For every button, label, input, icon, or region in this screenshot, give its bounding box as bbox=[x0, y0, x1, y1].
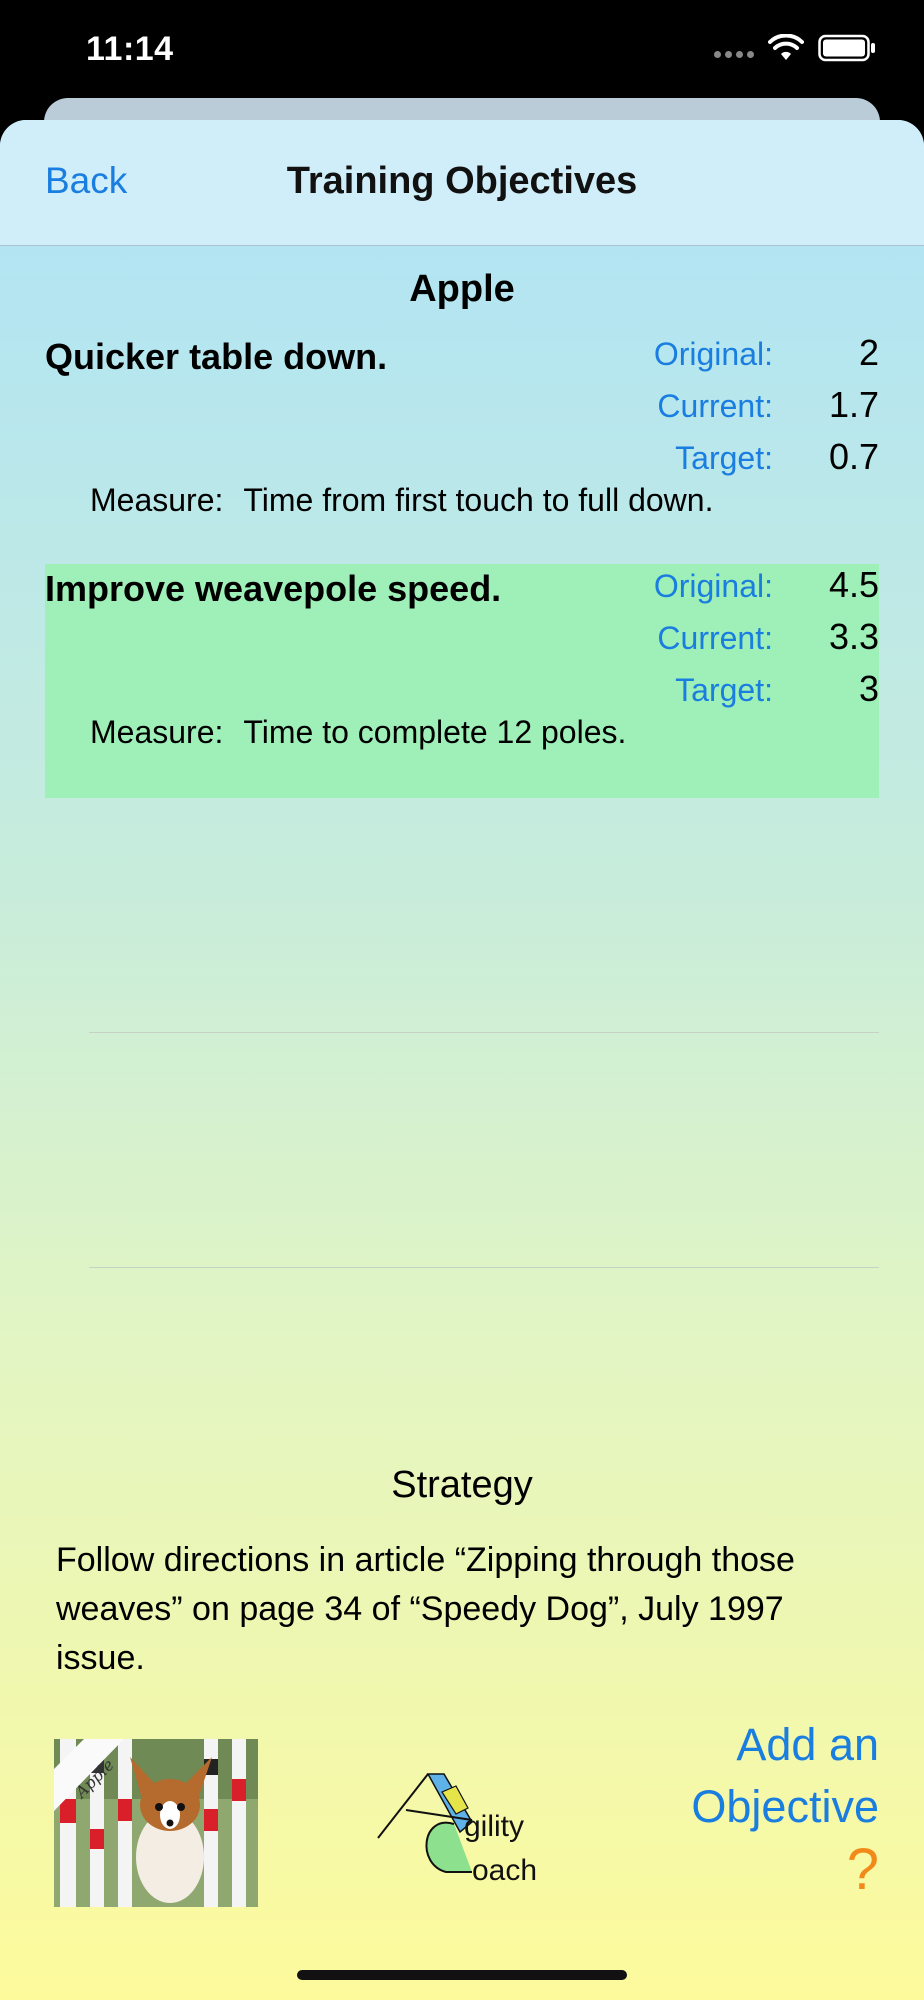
current-value: 3.3 bbox=[828, 616, 879, 657]
target-label: Target: bbox=[675, 440, 773, 476]
status-bar: 11:14 bbox=[0, 0, 924, 100]
add-objective-label-line1: Add an bbox=[736, 1719, 879, 1770]
agility-coach-logo: gility oach bbox=[376, 1772, 556, 1896]
target-label: Target: bbox=[675, 672, 773, 708]
measure-label: Measure: bbox=[90, 714, 224, 750]
measure-text: Measure: Time to complete 12 poles. bbox=[90, 714, 626, 751]
original-label: Original: bbox=[653, 336, 773, 372]
status-time: 11:14 bbox=[86, 30, 174, 68]
original-label: Original: bbox=[653, 568, 773, 604]
status-icons bbox=[714, 34, 876, 62]
add-objective-button[interactable]: Add an Objective bbox=[691, 1714, 879, 1838]
help-button[interactable]: ? bbox=[847, 1836, 879, 1903]
dog-name: Apple bbox=[409, 268, 515, 310]
page-title: Training Objectives bbox=[286, 160, 638, 202]
original-value: 4.5 bbox=[828, 564, 879, 605]
target-value: 3 bbox=[858, 668, 879, 709]
row-separator bbox=[89, 1267, 879, 1268]
current-label: Current: bbox=[657, 388, 773, 424]
strategy-title: Strategy bbox=[391, 1464, 533, 1506]
measure-value: Time to complete 12 poles. bbox=[243, 714, 627, 750]
measure-text: Measure: Time from first touch to full do… bbox=[90, 482, 713, 519]
logo-word-2: oach bbox=[472, 1854, 537, 1887]
dog-photo-image: Apple bbox=[54, 1739, 258, 1907]
objective-title: Quicker table down. bbox=[45, 336, 388, 377]
objectives-sheet: Back Training Objectives Apple Quicker t… bbox=[0, 120, 924, 2000]
objective-row-selected[interactable]: Improve weavepole speed. Original: 4.5 C… bbox=[45, 564, 879, 798]
add-objective-label-line2: Objective bbox=[691, 1781, 879, 1832]
objective-title: Improve weavepole speed. bbox=[45, 568, 502, 609]
home-indicator[interactable] bbox=[297, 1970, 627, 1980]
measure-label: Measure: bbox=[90, 482, 224, 518]
wifi-icon bbox=[768, 34, 804, 60]
dog-photo[interactable]: Apple bbox=[54, 1739, 258, 1907]
signal-icon bbox=[714, 38, 754, 58]
current-label: Current: bbox=[657, 620, 773, 656]
strategy-text: Follow directions in article “Zipping th… bbox=[56, 1541, 795, 1677]
navigation-bar: Back Training Objectives bbox=[0, 120, 924, 246]
battery-icon bbox=[818, 34, 875, 62]
objective-row[interactable]: Quicker table down. Original: 2 Current:… bbox=[45, 332, 879, 542]
target-value: 0.7 bbox=[828, 436, 879, 477]
current-value: 1.7 bbox=[828, 384, 879, 425]
row-separator bbox=[89, 1032, 879, 1033]
logo-word-1: gility bbox=[464, 1810, 524, 1843]
original-value: 2 bbox=[858, 332, 879, 373]
measure-value: Time from first touch to full down. bbox=[243, 482, 714, 518]
